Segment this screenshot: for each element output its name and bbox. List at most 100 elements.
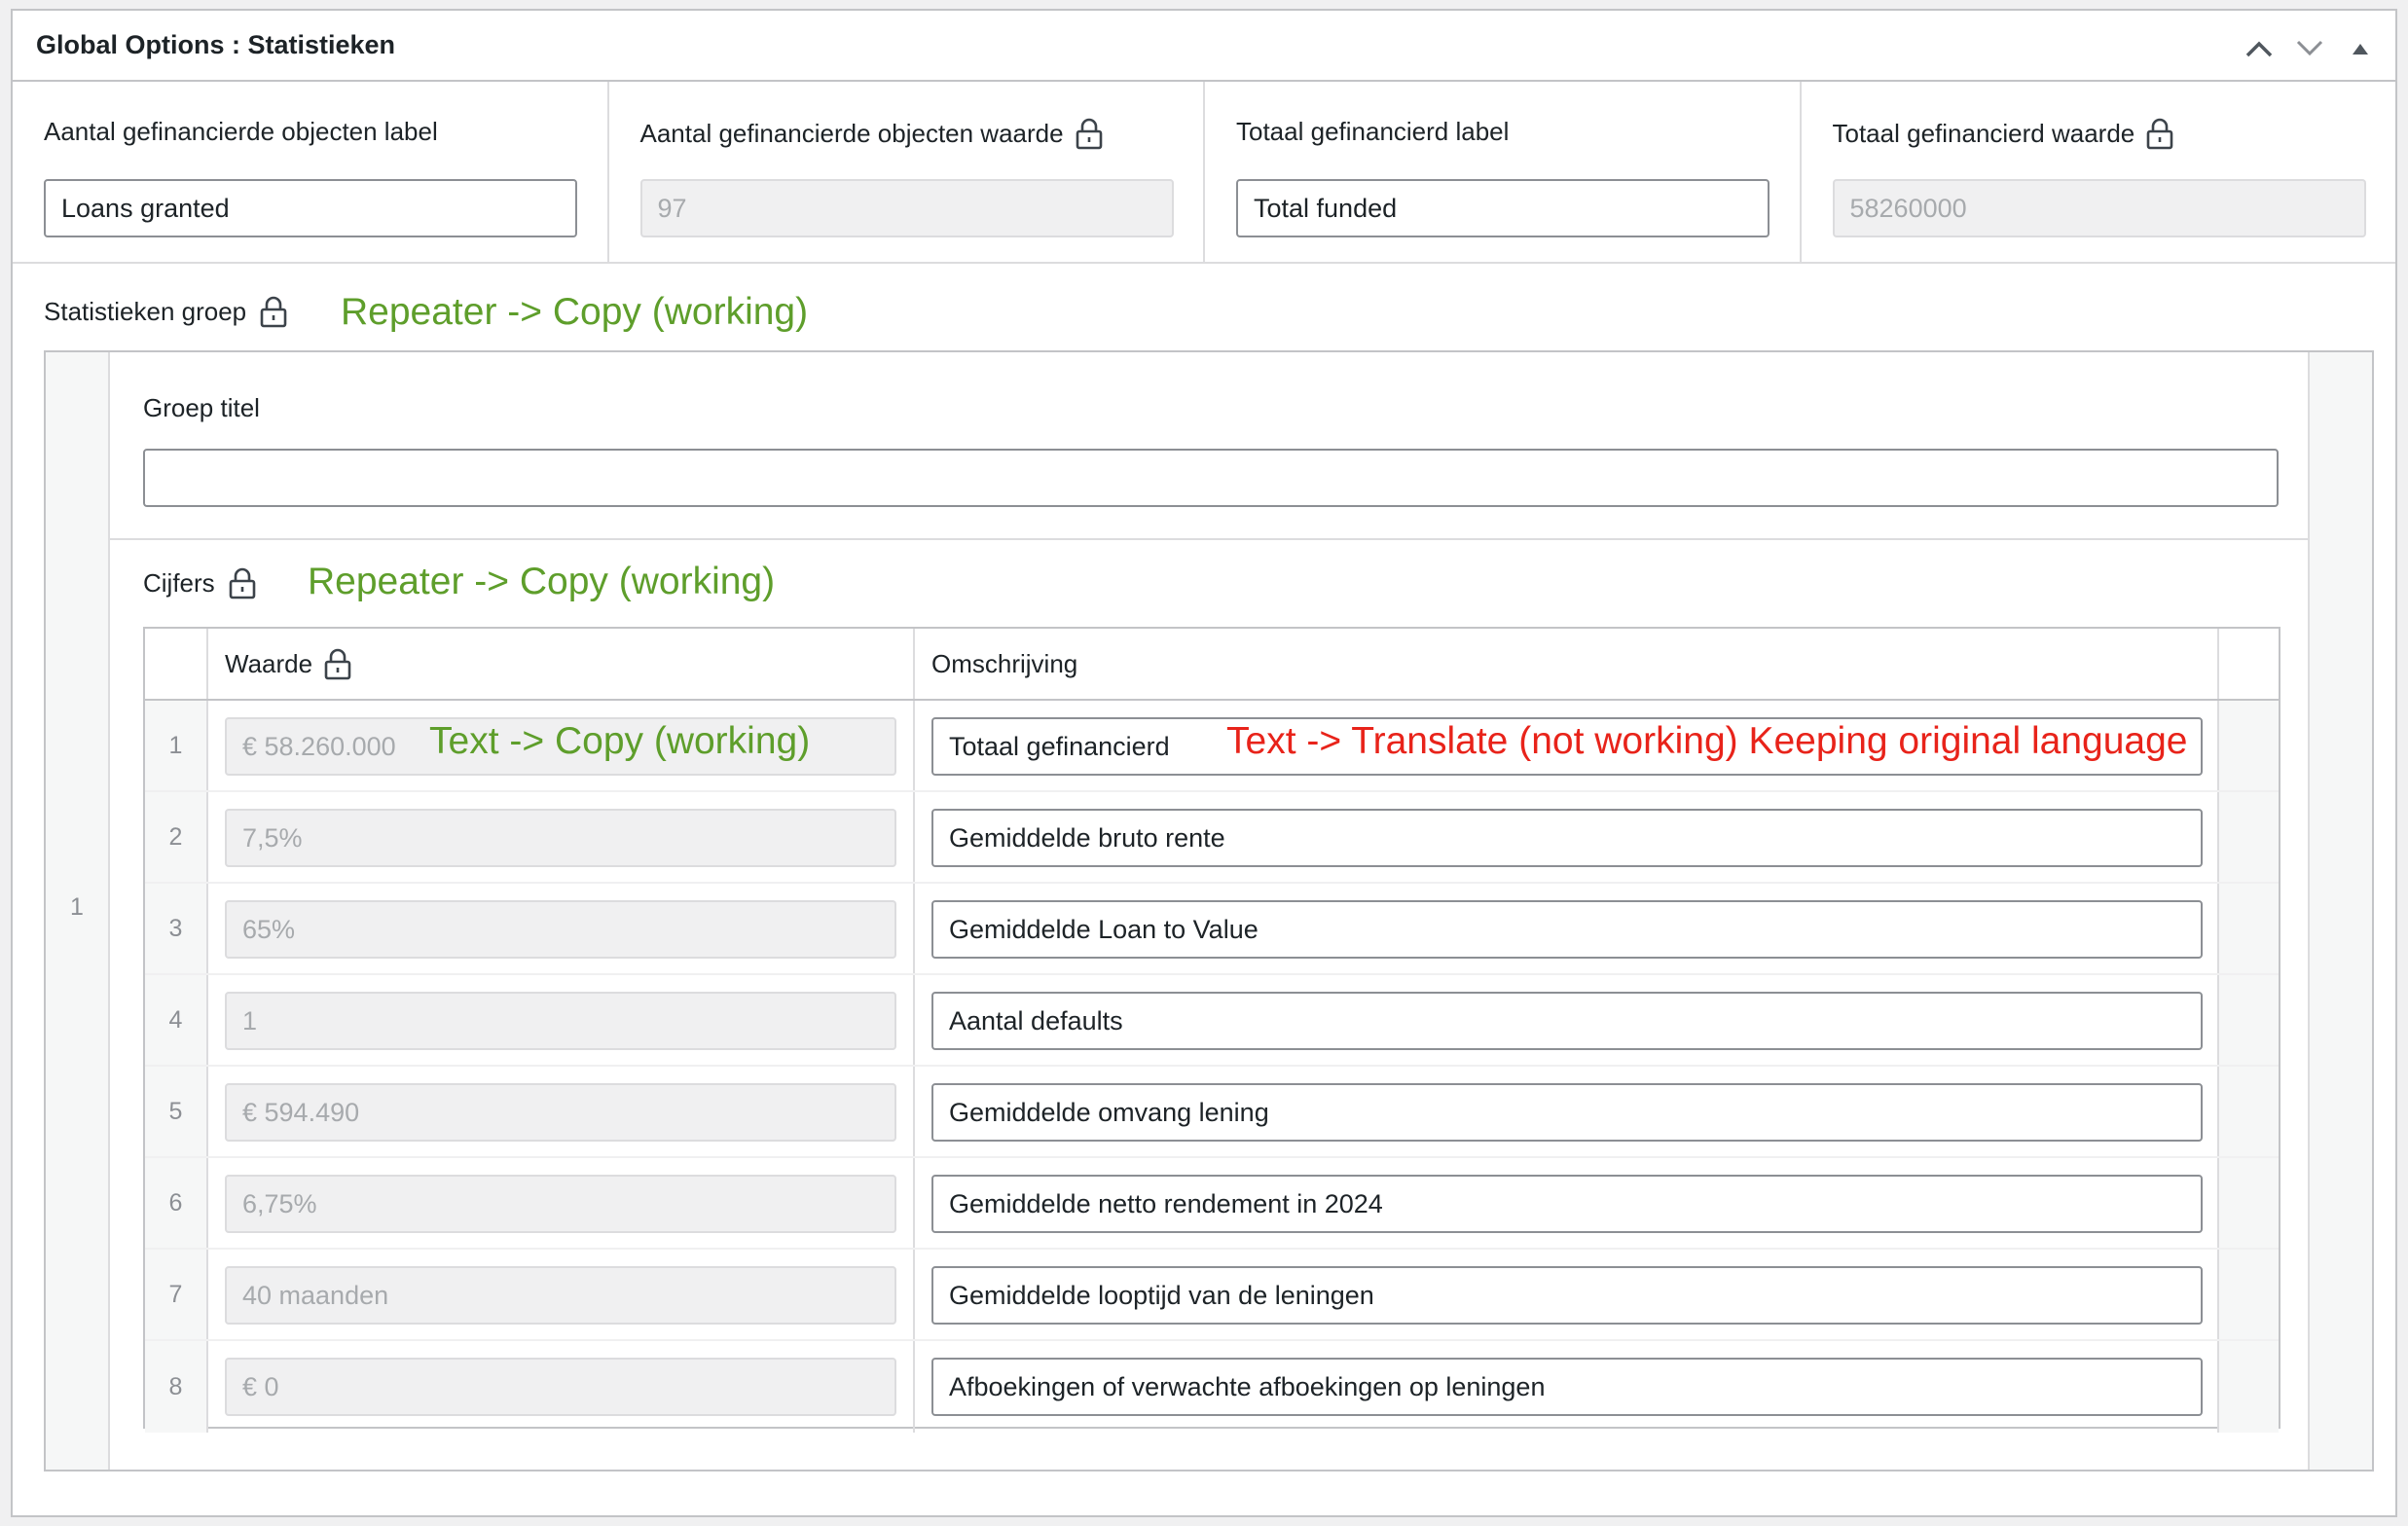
table-row: 6 6,75% Gemiddelde netto rendement in 20… xyxy=(145,1158,2279,1250)
field-label: Aantal gefinancierde objecten waarde xyxy=(640,117,1103,150)
row-actions[interactable] xyxy=(2219,975,2279,1065)
waarde-input: 40 maanden xyxy=(225,1266,896,1325)
waarde-cell: 1 xyxy=(208,975,915,1065)
waarde-annotation: Text -> Copy (working) xyxy=(429,720,811,762)
totaal-label-input[interactable] xyxy=(1236,179,1770,237)
field-label: Totaal gefinancierd waarde xyxy=(1833,117,2174,150)
waarde-cell: 6,75% xyxy=(208,1158,915,1248)
waarde-input: € 594.490 xyxy=(225,1083,896,1142)
waarde-cell: € 0 xyxy=(208,1341,915,1433)
table-row: 4 1 Aantal defaults xyxy=(145,975,2279,1067)
lock-icon xyxy=(324,648,351,680)
repeater-row-handle[interactable]: 1 xyxy=(46,352,110,1470)
row-handle[interactable]: 2 xyxy=(145,792,208,882)
row-actions[interactable] xyxy=(2219,1250,2279,1339)
aantal-waarde-input xyxy=(639,179,1174,237)
row-handle[interactable]: 4 xyxy=(145,975,208,1065)
lock-icon xyxy=(2146,118,2173,150)
waarde-input: 65% xyxy=(225,900,896,959)
field-totaal-waarde: Totaal gefinancierd waarde xyxy=(1802,82,2396,262)
field-totaal-label: Totaal gefinancierd label xyxy=(1205,82,1802,262)
column-header-omschrijving: Omschrijving xyxy=(915,629,2219,699)
omschrijving-cell: Totaal gefinancierd Text -> Translate (n… xyxy=(915,701,2219,790)
omschrijving-cell: Gemiddelde looptijd van de leningen xyxy=(915,1250,2219,1339)
waarde-cell: 40 maanden xyxy=(208,1250,915,1339)
table-row: 3 65% Gemiddelde Loan to Value xyxy=(145,884,2279,975)
repeater-row-number: 1 xyxy=(70,893,84,921)
header-order-cell xyxy=(145,629,208,699)
row-handle[interactable]: 8 xyxy=(145,1341,208,1433)
lock-icon xyxy=(229,567,255,600)
field-label-text: Aantal gefinancierde objecten waarde xyxy=(639,118,1064,148)
statistieken-groep-annotation: Repeater -> Copy (working) xyxy=(341,291,809,333)
omschrijving-input[interactable]: Afboekingen of verwachte afboekingen op … xyxy=(931,1358,2203,1416)
repeater-row-actions[interactable] xyxy=(2308,352,2372,1470)
waarde-input: € 0 xyxy=(225,1358,896,1416)
row-actions[interactable] xyxy=(2219,792,2279,882)
waarde-cell: € 594.490 xyxy=(208,1067,915,1156)
chevron-down-icon xyxy=(2296,40,2323,56)
field-label: Totaal gefinancierd label xyxy=(1236,117,1509,147)
move-up-button[interactable] xyxy=(2240,32,2279,65)
field-label-text: Totaal gefinancierd waarde xyxy=(1832,118,2135,148)
omschrijving-input[interactable]: Gemiddelde bruto rente xyxy=(931,809,2203,867)
table-header: Waarde Omschrijving xyxy=(145,629,2279,701)
waarde-cell: € 58.260.000 Text -> Copy (working) xyxy=(208,701,915,790)
lock-icon xyxy=(1076,118,1102,150)
move-down-button[interactable] xyxy=(2290,32,2329,65)
field-aantal-label: Aantal gefinancierde objecten label xyxy=(13,82,609,262)
row-actions[interactable] xyxy=(2219,1158,2279,1248)
omschrijving-input[interactable]: Gemiddelde looptijd van de leningen xyxy=(931,1266,2203,1325)
column-header-waarde: Waarde xyxy=(208,629,915,699)
omschrijving-annotation: Text -> Translate (not working) Keeping … xyxy=(1226,720,2188,762)
global-options-panel: Global Options : Statistieken Aantal gef… xyxy=(11,9,2397,1517)
panel-header: Global Options : Statistieken xyxy=(13,11,2395,82)
top-fields-row: Aantal gefinancierde objecten label Aant… xyxy=(13,82,2395,264)
omschrijving-cell: Aantal defaults xyxy=(915,975,2219,1065)
omschrijving-input[interactable]: Gemiddelde netto rendement in 2024 xyxy=(931,1175,2203,1233)
statistieken-groep-label: Statistieken groep xyxy=(44,295,287,328)
row-actions[interactable] xyxy=(2219,1067,2279,1156)
table-row: 2 7,5% Gemiddelde bruto rente xyxy=(145,792,2279,884)
table-body: 1 € 58.260.000 Text -> Copy (working) To… xyxy=(145,701,2279,1433)
row-actions[interactable] xyxy=(2219,1341,2279,1433)
toggle-panel-button[interactable] xyxy=(2341,32,2380,65)
row-handle[interactable]: 5 xyxy=(145,1067,208,1156)
field-aantal-waarde: Aantal gefinancierde objecten waarde xyxy=(609,82,1205,262)
cijfers-label: Cijfers xyxy=(143,566,256,600)
omschrijving-input[interactable]: Gemiddelde omvang lening xyxy=(931,1083,2203,1142)
row-handle[interactable]: 6 xyxy=(145,1158,208,1248)
lock-icon xyxy=(260,296,287,328)
row-handle[interactable]: 3 xyxy=(145,884,208,973)
cijfers-repeater-table: Waarde Omschrijving 1 € 58.260.000 Text … xyxy=(143,627,2280,1433)
column-header-omschrijving-text: Omschrijving xyxy=(931,648,1078,678)
omschrijving-input[interactable]: Gemiddelde Loan to Value xyxy=(931,900,2203,959)
field-label: Aantal gefinancierde objecten label xyxy=(44,117,438,147)
row-handle[interactable]: 7 xyxy=(145,1250,208,1339)
waarde-input: 1 xyxy=(225,992,896,1050)
waarde-cell: 65% xyxy=(208,884,915,973)
triangle-up-icon xyxy=(2353,44,2368,54)
omschrijving-input[interactable]: Aantal defaults xyxy=(931,992,2203,1050)
waarde-input: 6,75% xyxy=(225,1175,896,1233)
aantal-label-input[interactable] xyxy=(44,179,577,237)
cijfers-annotation: Repeater -> Copy (working) xyxy=(308,561,776,602)
groep-titel-input[interactable] xyxy=(143,449,2279,507)
panel-header-actions xyxy=(2240,32,2380,65)
omschrijving-cell: Gemiddelde netto rendement in 2024 xyxy=(915,1158,2219,1248)
divider xyxy=(110,538,2308,540)
row-actions[interactable] xyxy=(2219,884,2279,973)
statistieken-groep-label-text: Statistieken groep xyxy=(44,296,247,326)
field-label-text: Aantal gefinancierde objecten label xyxy=(44,117,438,146)
totaal-waarde-input xyxy=(1832,179,2366,237)
table-row: 1 € 58.260.000 Text -> Copy (working) To… xyxy=(145,701,2279,792)
table-row: 7 40 maanden Gemiddelde looptijd van de … xyxy=(145,1250,2279,1341)
statistieken-groep-repeater: 1 Groep titel Cijfers Repeater -> Copy (… xyxy=(44,350,2374,1472)
waarde-input: 7,5% xyxy=(225,809,896,867)
column-header-waarde-text: Waarde xyxy=(225,648,313,678)
row-actions[interactable] xyxy=(2219,701,2279,790)
waarde-cell: 7,5% xyxy=(208,792,915,882)
row-handle[interactable]: 1 xyxy=(145,701,208,790)
omschrijving-cell: Gemiddelde bruto rente xyxy=(915,792,2219,882)
omschrijving-cell: Afboekingen of verwachte afboekingen op … xyxy=(915,1341,2219,1433)
